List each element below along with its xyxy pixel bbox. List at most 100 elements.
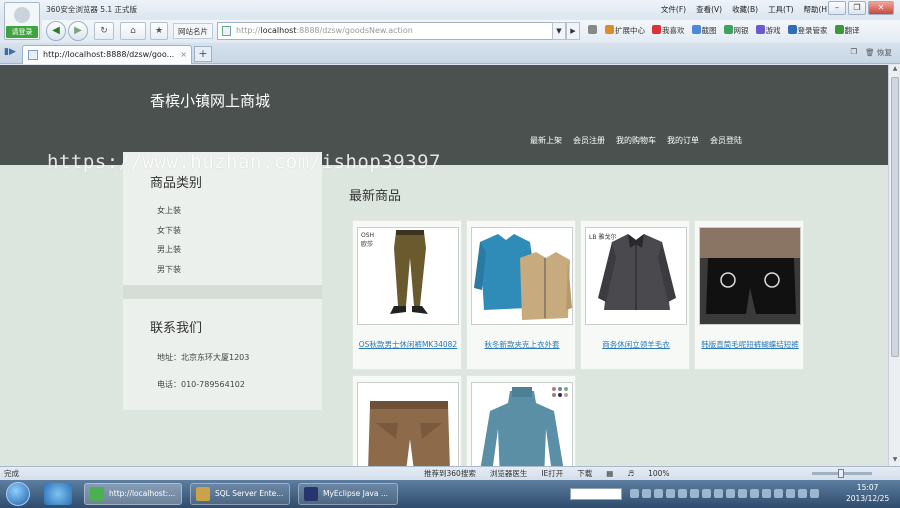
status-sound-icon[interactable]: ♬ bbox=[627, 467, 634, 480]
nav-orders[interactable]: 我的订单 bbox=[667, 135, 699, 146]
go-icon[interactable]: ▶ bbox=[566, 22, 580, 40]
taskbar-task-myeclipse[interactable]: MyEclipse Java ... bbox=[298, 483, 398, 505]
status-download[interactable]: 下载 bbox=[577, 467, 592, 480]
star-icon[interactable]: ★ bbox=[150, 22, 168, 40]
product-image-trousers[interactable]: OSH 欧莎 bbox=[357, 227, 459, 325]
toolbar-ext-center[interactable]: 扩展中心 bbox=[605, 25, 645, 36]
user-avatar-panel[interactable]: 请登录 bbox=[4, 2, 40, 40]
site-title: 香槟小镇网上商城 bbox=[150, 92, 271, 110]
nav-login[interactable]: 会员登陆 bbox=[710, 135, 742, 146]
forward-icon[interactable]: ▶ bbox=[68, 21, 88, 41]
scroll-up-icon[interactable]: ▲ bbox=[889, 65, 900, 75]
nav-register[interactable]: 会员注册 bbox=[573, 135, 605, 146]
tray-icon[interactable] bbox=[774, 489, 783, 498]
product-image-jackets[interactable] bbox=[471, 227, 573, 325]
category-men-tops[interactable]: 男上装 bbox=[157, 244, 322, 264]
tray-icon[interactable] bbox=[654, 489, 663, 498]
tray-input-box[interactable] bbox=[570, 488, 622, 500]
sidebar-toggle-icon[interactable]: ▮▶ bbox=[4, 47, 16, 57]
tray-icon[interactable] bbox=[678, 489, 687, 498]
login-button[interactable]: 请登录 bbox=[6, 26, 38, 38]
categories-heading: 商品类别 bbox=[150, 176, 203, 191]
menu-help[interactable]: 帮助(H) bbox=[804, 4, 831, 15]
tray-icon[interactable] bbox=[690, 489, 699, 498]
product-image-coat[interactable]: LB 雅戈尔 bbox=[585, 227, 687, 325]
taskbar-task-browser[interactable]: http://localhost:... bbox=[84, 483, 182, 505]
toolbar-bank[interactable]: 网银 bbox=[723, 25, 749, 36]
tray-icon[interactable] bbox=[726, 489, 735, 498]
product-image-shorts-tan[interactable] bbox=[357, 382, 459, 466]
menu-tools[interactable]: 工具(T) bbox=[768, 4, 793, 15]
restore-tab-button[interactable]: 🗑 恢复 bbox=[865, 47, 892, 58]
status-recommend-search[interactable]: 推荐到360搜索 bbox=[424, 467, 476, 480]
tab-close-icon[interactable]: × bbox=[180, 46, 187, 63]
tray-icon[interactable] bbox=[810, 489, 819, 498]
favorites-button[interactable]: 网站名片 bbox=[173, 23, 213, 39]
menu-file[interactable]: 文件(F) bbox=[661, 4, 686, 15]
product-image-shorts-black[interactable] bbox=[699, 227, 801, 325]
contact-address: 地址：北京东环大厦1203 bbox=[157, 353, 250, 362]
status-ie-open[interactable]: IE打开 bbox=[541, 467, 563, 480]
refresh-icon[interactable]: ↻ bbox=[94, 22, 114, 40]
toolbar-like[interactable]: 我喜欢 bbox=[652, 25, 685, 36]
scroll-thumb[interactable] bbox=[891, 77, 899, 357]
tray-icon[interactable] bbox=[750, 489, 759, 498]
product-card[interactable] bbox=[352, 375, 462, 466]
start-button[interactable] bbox=[6, 482, 30, 506]
new-tab-button[interactable]: + bbox=[194, 46, 212, 62]
toolbar-games[interactable]: 游戏 bbox=[755, 25, 781, 36]
tray-icon[interactable] bbox=[762, 489, 771, 498]
home-icon[interactable]: ⌂ bbox=[120, 22, 146, 40]
product-card[interactable]: 韩版直筒毛呢短裤蝴蝶结短裤 bbox=[694, 220, 804, 370]
zoom-level[interactable]: 100% bbox=[648, 467, 669, 480]
tray-icon[interactable] bbox=[630, 489, 639, 498]
tray-icon[interactable] bbox=[738, 489, 747, 498]
back-icon[interactable]: ◀ bbox=[46, 21, 66, 41]
contact-heading: 联系我们 bbox=[150, 321, 203, 336]
taskbar-task-sqlserver[interactable]: SQL Server Ente... bbox=[190, 483, 290, 505]
toolbar-login-manager[interactable]: 登录管家 bbox=[787, 25, 828, 36]
product-name[interactable]: 商务休闲立领羊毛衣 bbox=[583, 339, 689, 350]
tab-title: http://localhost:8888/dzsw/goo... bbox=[43, 50, 175, 59]
minimize-button[interactable]: – bbox=[828, 1, 846, 15]
nav-latest[interactable]: 最新上架 bbox=[530, 135, 562, 146]
tray-icon[interactable] bbox=[666, 489, 675, 498]
nav-cart[interactable]: 我的购物车 bbox=[616, 135, 656, 146]
restore-button[interactable]: ❐ bbox=[848, 1, 866, 15]
product-card[interactable]: 秋冬新款夹克上衣外套 bbox=[466, 220, 576, 370]
product-image-sweater[interactable] bbox=[471, 382, 573, 466]
product-card[interactable]: LB 雅戈尔 商务休闲立领羊毛衣 bbox=[580, 220, 690, 370]
category-women-tops[interactable]: 女上装 bbox=[157, 205, 322, 225]
address-dropdown-icon[interactable]: ▼ bbox=[552, 22, 566, 40]
close-button[interactable]: ✕ bbox=[868, 1, 894, 15]
window-list-icon[interactable]: ❐ bbox=[850, 47, 857, 58]
status-doctor[interactable]: 浏览器医生 bbox=[490, 467, 528, 480]
product-name[interactable]: 秋冬新款夹克上衣外套 bbox=[469, 339, 575, 350]
tray-icon[interactable] bbox=[642, 489, 651, 498]
shield-icon[interactable] bbox=[588, 25, 598, 36]
product-name[interactable]: OS秋款男士休闲裤MK34082 bbox=[355, 339, 461, 350]
tray-icon[interactable] bbox=[714, 489, 723, 498]
tray-icon[interactable] bbox=[786, 489, 795, 498]
toolbar-screenshot[interactable]: 截图 bbox=[691, 25, 717, 36]
menu-view[interactable]: 查看(V) bbox=[696, 4, 722, 15]
toolbar-translate[interactable]: 翻译 bbox=[834, 25, 860, 36]
system-clock[interactable]: 15:07 2013/12/25 bbox=[846, 482, 889, 504]
category-women-bottoms[interactable]: 女下装 bbox=[157, 225, 322, 245]
browser-titlebar: 360安全浏览器 5.1 正式版 文件(F) 查看(V) 收藏(B) 工具(T)… bbox=[0, 0, 900, 18]
zoom-slider-knob[interactable] bbox=[838, 469, 844, 478]
product-name[interactable]: 韩版直筒毛呢短裤蝴蝶结短裤 bbox=[697, 339, 803, 350]
product-card[interactable]: OSH 欧莎 OS秋款男士休闲裤MK34082 bbox=[352, 220, 462, 370]
address-bar[interactable]: http://localhost:8888/dzsw/goodsNew.acti… bbox=[217, 22, 565, 40]
menu-favorites[interactable]: 收藏(B) bbox=[732, 4, 758, 15]
tray-icon[interactable] bbox=[798, 489, 807, 498]
product-card[interactable] bbox=[466, 375, 576, 466]
tab-bar-right: ❐ 🗑 恢复 bbox=[850, 47, 892, 58]
scroll-down-icon[interactable]: ▼ bbox=[889, 456, 900, 466]
status-tool-icon[interactable]: ▦ bbox=[606, 467, 613, 480]
tab-current[interactable]: http://localhost:8888/dzsw/goo... × bbox=[22, 45, 192, 64]
tray-icon[interactable] bbox=[702, 489, 711, 498]
ie-icon[interactable] bbox=[44, 483, 72, 505]
vertical-scrollbar[interactable]: ▲ ▼ bbox=[888, 65, 900, 466]
category-men-bottoms[interactable]: 男下装 bbox=[157, 264, 322, 284]
